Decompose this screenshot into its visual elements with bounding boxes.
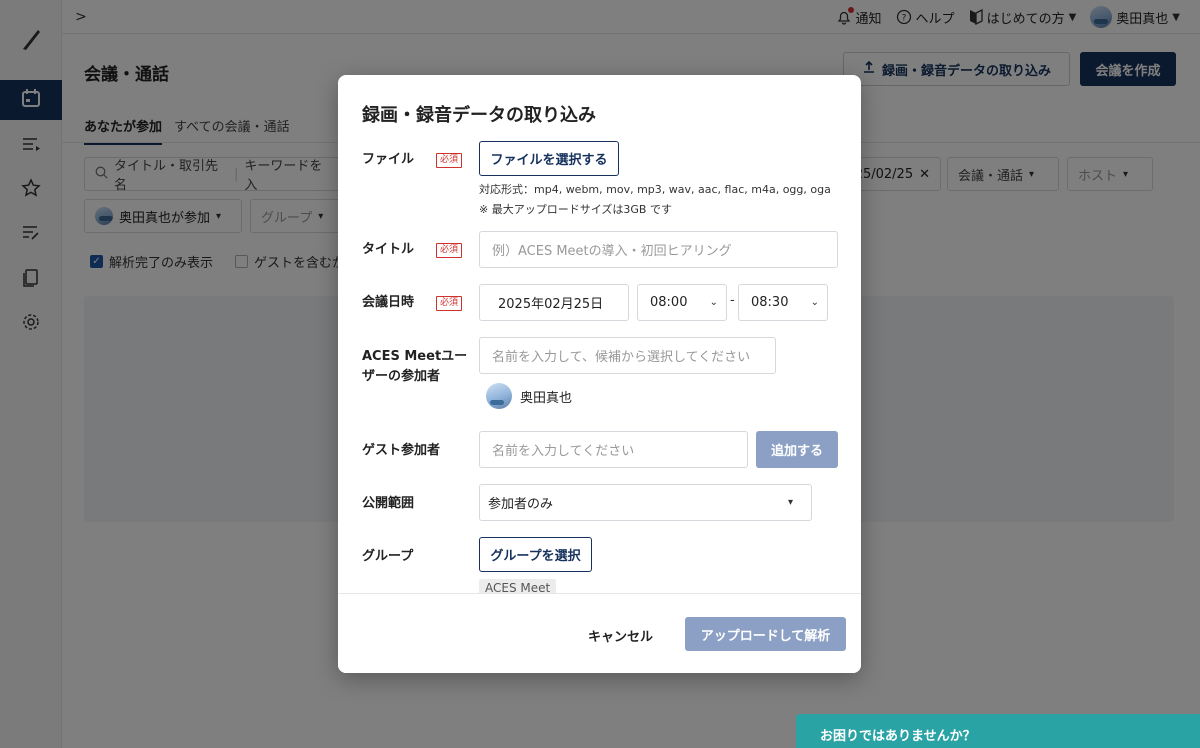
supported-formats-text: 対応形式：mp4, webm, mov, mp3, wav, aac, flac… — [479, 183, 831, 196]
participant-name: 奥田真也 — [520, 390, 573, 406]
aces-participants-label-line2: ザーの参加者 — [362, 369, 441, 384]
help-chat-widget[interactable]: お困りではありませんか？ — [796, 714, 1200, 748]
group-label: グループ — [362, 549, 414, 564]
title-input[interactable]: 例）ACES Meetの導入・初回ヒアリング — [479, 231, 838, 268]
guest-participants-label: ゲスト参加者 — [362, 443, 441, 458]
visibility-label: 公開範囲 — [362, 496, 415, 511]
required-badge: 必須 — [436, 153, 463, 168]
chevron-down-icon: ⌄ — [810, 297, 819, 308]
title-label: タイトル — [362, 242, 415, 257]
time-separator: - — [730, 293, 735, 308]
end-time-select[interactable]: 08:30 ⌄ — [738, 284, 828, 321]
avatar — [486, 383, 512, 409]
start-time-value: 08:00 — [650, 295, 688, 310]
select-file-button[interactable]: ファイルを選択する — [479, 141, 619, 176]
start-time-select[interactable]: 08:00 ⌄ — [637, 284, 727, 321]
caret-down-icon: ▾ — [787, 497, 793, 508]
required-badge: 必須 — [436, 243, 463, 258]
selected-participant[interactable]: 奥田真也 — [486, 383, 572, 409]
add-guest-button[interactable]: 追加する — [756, 431, 838, 468]
guest-name-input[interactable]: 名前を入力してください — [479, 431, 748, 468]
max-size-text: ※ 最大アップロードサイズは3GB です — [479, 203, 672, 216]
file-label: ファイル — [362, 152, 415, 167]
aces-participants-label-line1: ACES Meetユー — [362, 349, 468, 364]
aces-participant-input[interactable]: 名前を入力して、候補から選択してください — [479, 337, 776, 374]
end-time-value: 08:30 — [751, 295, 789, 310]
date-input[interactable]: 2025年02月25日 — [479, 284, 629, 321]
visibility-value: 参加者のみ — [488, 497, 554, 512]
datetime-label: 会議日時 — [362, 295, 415, 310]
dialog-title: 録画・録音データの取り込み — [362, 105, 596, 126]
dialog-footer: キャンセル アップロードして解析 — [338, 593, 861, 673]
required-badge: 必須 — [436, 296, 463, 311]
upload-and-analyze-button[interactable]: アップロードして解析 — [685, 617, 846, 651]
select-group-button[interactable]: グループを選択 — [479, 537, 592, 572]
visibility-select[interactable]: 参加者のみ ▾ — [479, 484, 812, 521]
import-recording-dialog: 録画・録音データの取り込み ファイル 必須 ファイルを選択する 対応形式：mp4… — [338, 75, 861, 673]
chevron-down-icon: ⌄ — [709, 297, 718, 308]
cancel-button[interactable]: キャンセル — [588, 618, 653, 652]
help-chat-label: お困りではありませんか？ — [820, 728, 976, 744]
